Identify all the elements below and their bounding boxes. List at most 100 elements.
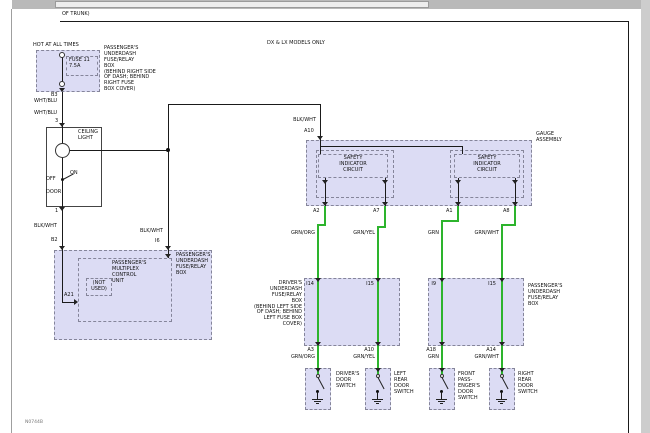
ground-icon [312, 399, 323, 405]
terminal-arrow [455, 180, 461, 184]
grn-wire [441, 220, 459, 222]
pin-label-a14: A14 [472, 348, 496, 354]
bulb-icon [55, 143, 70, 158]
grn-org-wire [317, 224, 319, 374]
gauge-assembly-label: GAUGE ASSEMBLY [536, 132, 562, 144]
fuse-terminal [59, 81, 65, 87]
blk-wht-wire-b2 [62, 207, 63, 250]
grn-wht-wire [501, 224, 503, 374]
wire-label-grn-wht: GRN/WHT [467, 355, 499, 361]
wire-label-grn-yel: GRN/YEL [345, 355, 375, 361]
blk-wht-wire-a10 [320, 104, 321, 140]
b2-internal-wire [62, 250, 63, 302]
gauge-internal-feed-wire [320, 146, 463, 147]
wire-label-grn: GRN [419, 355, 439, 361]
fuse-label: FUSE 11 7.5A [69, 58, 90, 70]
wire-label-blk-wht: BLK/WHT [34, 224, 57, 230]
lamp-to-switch-wire [62, 158, 63, 178]
right-rear-door-switch-label: RIGHT REAR DOOR SWITCH [518, 372, 538, 396]
pin-label-1: 1 [55, 209, 58, 215]
trunk-note: OF TRUNK) [62, 12, 90, 18]
pin-label-a1: A1 [446, 209, 453, 215]
trunk-wire-horizontal [60, 21, 628, 22]
trunk-wire-vertical [628, 21, 629, 433]
terminal-arrow [375, 278, 381, 282]
pin-label-a21: A21 [64, 293, 74, 299]
pin-label-a10: A10 [304, 129, 314, 135]
ground-icon [436, 399, 447, 405]
terminal-arrow [315, 368, 321, 372]
terminal-arrow [59, 88, 65, 92]
switch-off-label: OFF [46, 177, 56, 183]
wire-label-grn: GRN [419, 231, 439, 237]
terminal-arrow [59, 246, 65, 250]
terminal-arrow [382, 180, 388, 184]
driver-door-switch-label: DRIVER'S DOOR SWITCH [336, 372, 359, 390]
pin-label-a3: A3 [292, 348, 314, 354]
terminal-arrow [499, 278, 505, 282]
grn-wire [457, 206, 459, 220]
models-note: DX & LX MODELS ONLY [267, 41, 325, 47]
wiring-diagram-page: OF TRUNK) DX & LX MODELS ONLY HOT AT ALL… [0, 0, 650, 433]
ground-icon [496, 399, 507, 405]
left-rear-door-switch-label: LEFT REAR DOOR SWITCH [394, 372, 414, 396]
pin-label-a2: A2 [313, 209, 320, 215]
blk-wht-wire-a10 [168, 104, 169, 150]
terminal-arrow [315, 278, 321, 282]
terminal-arrow [322, 180, 328, 184]
ground-icon [372, 399, 383, 405]
pin-label-i9: I9 [414, 282, 436, 288]
terminal-arrow [59, 123, 65, 127]
terminal-arrow [74, 299, 78, 305]
hot-label: HOT AT ALL TIMES [33, 43, 79, 49]
wire-label-grn-org: GRN/ORG [285, 231, 315, 237]
wire-label-grn-wht: GRN/WHT [467, 231, 499, 237]
underdash-box-label: PASSENGER'S UNDERDASH FUSE/RELAY BOX [176, 253, 210, 277]
fuse-element-wire [62, 57, 63, 82]
pin-label-i15: I15 [350, 282, 374, 288]
terminal-arrow [499, 342, 505, 346]
wire-label-blk-wht: BLK/WHT [140, 229, 163, 235]
blk-wht-wire-a10 [168, 104, 321, 105]
pin-label-i6: I6 [155, 239, 160, 245]
switch-output-wire [62, 181, 63, 207]
grn-wire [441, 220, 443, 374]
grn-org-wire [324, 206, 326, 224]
terminal-arrow [375, 342, 381, 346]
wire-label-grn-org: GRN/ORG [285, 355, 315, 361]
terminal-arrow [322, 202, 328, 206]
pin-label-a7: A7 [373, 209, 380, 215]
terminal-arrow [315, 342, 321, 346]
wire-label-wht-blu: WHT/BLU [34, 111, 57, 117]
pin-label-a8: A8 [503, 209, 510, 215]
passenger-underdash-box-label: PASSENGER'S UNDERDASH FUSE/RELAY BOX [528, 284, 562, 308]
gauge-internal-feed-wire [320, 140, 321, 154]
wire-label-blk-wht: BLK/WHT [284, 118, 316, 124]
fuse-terminal [59, 52, 65, 58]
terminal-arrow [439, 368, 445, 372]
terminal-arrow [439, 342, 445, 346]
terminal-arrow [375, 368, 381, 372]
front-passenger-door-switch-label: FRONT PASS- ENGER'S DOOR SWITCH [458, 372, 480, 401]
fuse-box-label: PASSENGER'S UNDERDASH FUSE/RELAY BOX (BE… [104, 46, 156, 93]
wire-label-grn-yel: GRN/YEL [345, 231, 375, 237]
wht-blu-wire [62, 92, 63, 127]
terminal-arrow [439, 278, 445, 282]
grn-yel-wire [377, 226, 379, 374]
right-scrollbar-track[interactable] [641, 0, 650, 433]
switch-door-label: DOOR [46, 190, 61, 196]
pin-label-i15: I15 [474, 282, 496, 288]
switch-on-label: ON [70, 171, 78, 177]
blk-wht-wire-i6 [168, 150, 169, 250]
blk-wht-branch-wire [69, 150, 168, 151]
terminal-arrow [499, 368, 505, 372]
terminal-arrow [455, 202, 461, 206]
safety-indicator-label: SAFETY INDICATOR CIRCUIT [318, 156, 388, 174]
junction-dot [166, 148, 170, 152]
pin-label-b2: B2 [51, 238, 58, 244]
top-scrollbar-thumb[interactable] [55, 1, 429, 8]
driver-underdash-box-label: DRIVER'S UNDERDASH FUSE/RELAY BOX (BEHIN… [228, 281, 302, 328]
terminal-arrow [512, 180, 518, 184]
terminal-arrow [165, 254, 171, 258]
terminal-arrow [512, 202, 518, 206]
